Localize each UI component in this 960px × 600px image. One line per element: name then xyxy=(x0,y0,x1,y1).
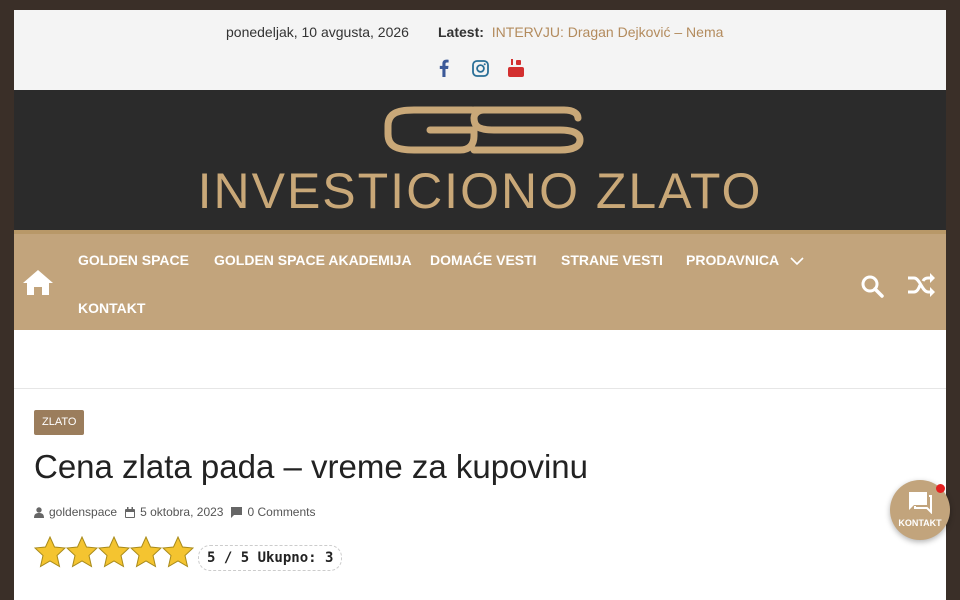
comments-count: 0 Comments xyxy=(247,505,316,519)
star-icon[interactable] xyxy=(34,536,66,568)
instagram-icon[interactable] xyxy=(470,58,490,78)
nav-item-domace-vesti[interactable]: DOMAĆE VESTI xyxy=(430,252,537,268)
meta-comments[interactable]: 0 Comments xyxy=(231,505,316,519)
latest-news-link[interactable]: INTERVJU: Dragan Dejković – Nema xyxy=(492,24,724,40)
star-icon[interactable] xyxy=(98,536,130,568)
comment-icon xyxy=(231,506,243,518)
rating-summary: 5 / 5 Ukupno: 3 xyxy=(198,545,343,571)
youtube-icon[interactable] xyxy=(506,58,526,78)
search-icon[interactable] xyxy=(860,274,884,303)
nav-item-prodavnica-label: PRODAVNICA xyxy=(686,252,779,268)
main-nav: GOLDEN SPACE GOLDEN SPACE AKADEMIJA DOMA… xyxy=(14,230,946,330)
category-badge[interactable]: ZLATO xyxy=(34,410,85,435)
calendar-icon xyxy=(125,506,136,518)
star-rating[interactable] xyxy=(34,536,194,568)
header-banner: INVESTICIONO ZLATO xyxy=(14,90,946,230)
contact-fab-label: KONTAKT xyxy=(898,518,942,528)
user-icon xyxy=(34,506,44,518)
latest-label: Latest: xyxy=(438,24,484,40)
nav-item-kontakt[interactable]: KONTAKT xyxy=(78,300,145,316)
article-meta: goldenspace 5 oktobra, 2023 0 Comments xyxy=(34,505,324,519)
chat-icon xyxy=(909,492,932,514)
nav-item-golden-space[interactable]: GOLDEN SPACE xyxy=(78,252,189,268)
star-icon[interactable] xyxy=(162,536,194,568)
meta-date[interactable]: 5 oktobra, 2023 xyxy=(125,505,223,519)
facebook-icon[interactable] xyxy=(434,58,454,78)
current-date: ponedeljak, 10 avgusta, 2026 xyxy=(226,24,409,40)
nav-item-strane-vesti[interactable]: STRANE VESTI xyxy=(561,252,663,268)
post-date: 5 oktobra, 2023 xyxy=(140,505,224,519)
chevron-down-icon xyxy=(790,257,805,265)
latest-ticker: Latest: INTERVJU: Dragan Dejković – Nema xyxy=(438,24,723,40)
social-links xyxy=(434,58,526,78)
shuffle-icon[interactable] xyxy=(906,272,936,303)
logo-mark-icon[interactable] xyxy=(374,100,586,156)
meta-author[interactable]: goldenspace xyxy=(34,505,117,519)
author-name: goldenspace xyxy=(49,505,118,519)
nav-item-prodavnica[interactable]: PRODAVNICA xyxy=(686,252,805,268)
star-icon[interactable] xyxy=(66,536,98,568)
nav-item-golden-space-akademija[interactable]: GOLDEN SPACE AKADEMIJA xyxy=(214,252,412,268)
home-icon[interactable] xyxy=(22,268,54,301)
notification-dot xyxy=(936,484,945,493)
content-divider xyxy=(14,330,946,389)
article-title: Cena zlata pada – vreme za kupovinu xyxy=(34,448,589,485)
star-icon[interactable] xyxy=(130,536,162,568)
page: ponedeljak, 10 avgusta, 2026 Latest: INT… xyxy=(14,10,946,600)
top-bar: ponedeljak, 10 avgusta, 2026 Latest: INT… xyxy=(14,10,946,90)
site-logo-text[interactable]: INVESTICIONO ZLATO xyxy=(14,162,946,220)
